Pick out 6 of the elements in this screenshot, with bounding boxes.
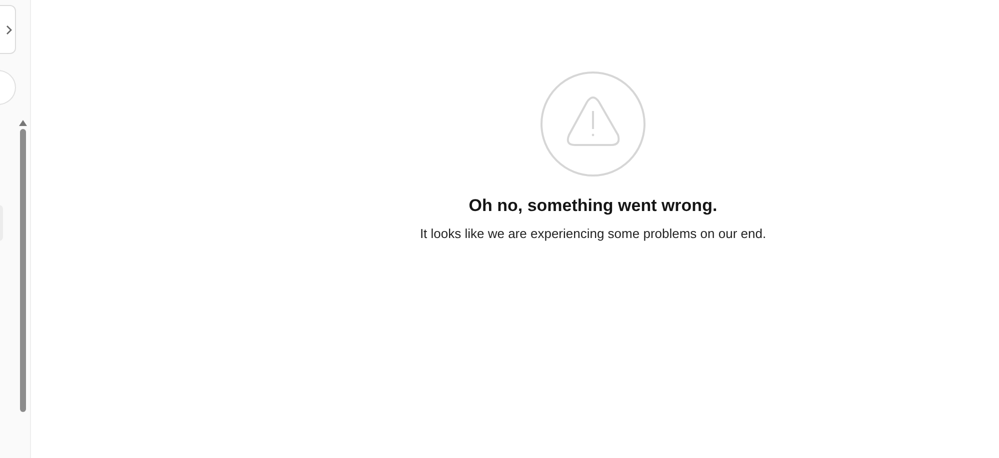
- scroll-up-icon[interactable]: [19, 120, 27, 126]
- chevron-right-icon: [5, 24, 13, 34]
- error-message: It looks like we are experiencing some problems on our end.: [420, 226, 766, 241]
- warning-icon: [540, 71, 646, 177]
- scrollbar-thumb[interactable]: [20, 129, 26, 412]
- error-title: Oh no, something went wrong.: [468, 196, 718, 216]
